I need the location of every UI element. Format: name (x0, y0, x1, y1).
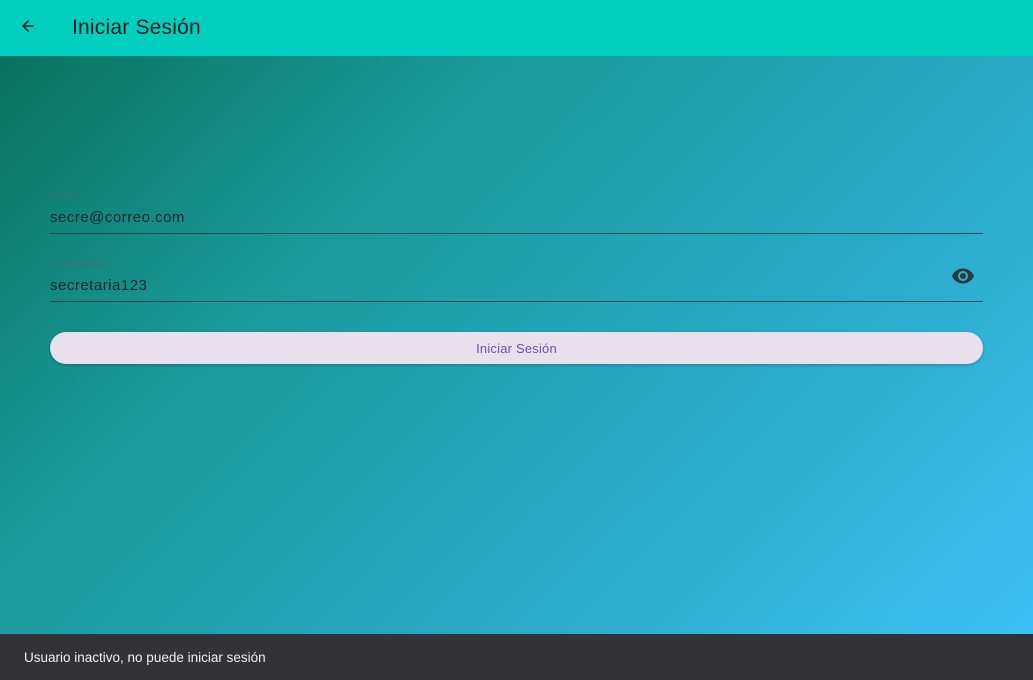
password-field[interactable]: Contraseña secretaria123 (50, 254, 983, 302)
app-window: Iniciar Sesión Email secre@correo.com Co… (0, 0, 1033, 680)
email-label: Email (50, 190, 78, 202)
email-value[interactable]: secre@correo.com (50, 208, 185, 228)
password-label: Contraseña (50, 258, 107, 270)
back-button[interactable] (8, 8, 48, 48)
eye-icon (951, 264, 975, 293)
email-field[interactable]: Email secre@correo.com (50, 186, 983, 234)
login-button[interactable]: Iniciar Sesión (50, 332, 983, 364)
arrow-back-icon (19, 17, 37, 40)
toggle-password-visibility-button[interactable] (949, 268, 977, 288)
page-title: Iniciar Sesión (72, 16, 201, 39)
password-value[interactable]: secretaria123 (50, 276, 147, 296)
snackbar-message: Usuario inactivo, no puede iniciar sesió… (24, 650, 266, 665)
snackbar: Usuario inactivo, no puede iniciar sesió… (0, 634, 1033, 680)
content-background (0, 56, 1033, 680)
app-bar: Iniciar Sesión (0, 0, 1033, 56)
